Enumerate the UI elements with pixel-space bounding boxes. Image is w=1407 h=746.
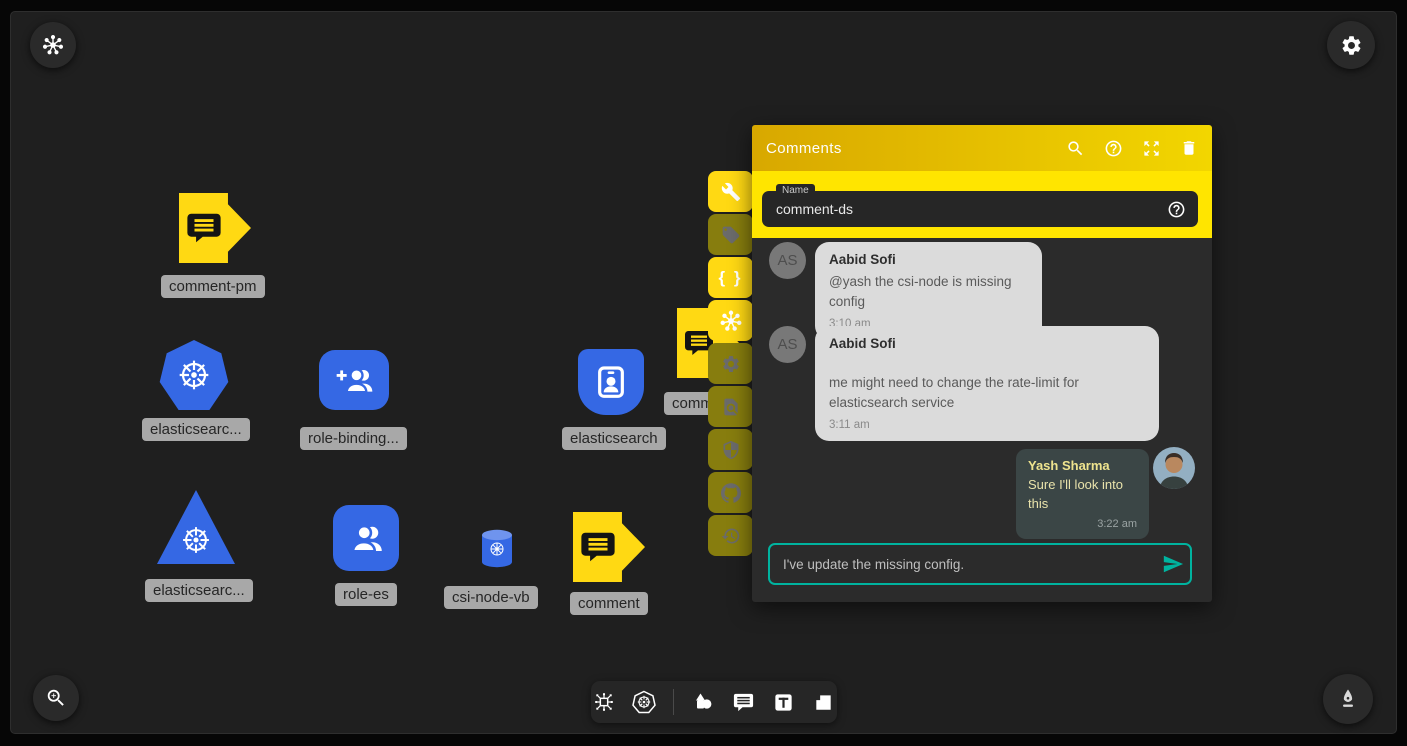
zoom-in-icon [45, 687, 67, 709]
node-label: elasticsearc... [145, 579, 253, 602]
github-tool-button[interactable] [708, 472, 753, 513]
pen-tool-button[interactable] [1323, 674, 1373, 724]
comment-icon [732, 691, 755, 714]
help-icon[interactable] [1104, 139, 1123, 158]
pen-nib-icon [1336, 687, 1360, 711]
node-elasticsearch-badge[interactable] [578, 349, 644, 415]
node-elasticsearch-triangle[interactable] [157, 490, 235, 564]
panel-header-actions [1066, 139, 1198, 158]
send-icon [1162, 553, 1184, 575]
message-author: Aabid Sofi [829, 336, 1145, 351]
shield-tool-button[interactable] [708, 429, 753, 470]
search-icon[interactable] [1066, 139, 1085, 158]
wrench-tool-button[interactable] [708, 171, 753, 212]
chat-input-wrap [768, 543, 1192, 585]
send-button[interactable] [1156, 549, 1190, 579]
tag-tool-button[interactable] [708, 214, 753, 255]
node-elasticsearch-heptagon[interactable] [159, 340, 229, 410]
name-input[interactable] [762, 201, 1167, 217]
github-icon [721, 483, 741, 503]
storage-cylinder-icon [479, 529, 515, 569]
comment-bubble-icon [579, 527, 617, 567]
wrench-icon [721, 182, 741, 202]
text-tool-button[interactable] [772, 691, 795, 714]
users-icon [345, 517, 387, 559]
text-icon [772, 691, 795, 714]
shapes-icon [691, 690, 715, 714]
comments-panel: Comments Name AS Aabid Sofi @yash the cs… [752, 125, 1212, 602]
toolbar-divider [673, 689, 674, 715]
avatar: AS [769, 242, 806, 279]
comments-panel-header[interactable]: Comments [752, 125, 1212, 171]
name-field-wrap: Name [762, 191, 1198, 227]
braces-icon: { } [719, 268, 743, 288]
chat-message[interactable]: Aabid Sofi me might need to change the r… [815, 326, 1159, 441]
comment-tool-button[interactable] [732, 691, 755, 714]
message-time: 3:22 am [1028, 518, 1137, 530]
kubernetes-wheel-icon [174, 355, 214, 395]
gear-icon [721, 354, 741, 374]
add-user-icon [332, 360, 376, 400]
node-action-toolbar: { } [708, 171, 753, 556]
settings-button[interactable] [1327, 21, 1375, 69]
flower-icon [42, 34, 64, 56]
person-photo-icon [1153, 447, 1195, 489]
node-label: csi-node-vb [444, 586, 538, 609]
message-author: Aabid Sofi [829, 252, 1028, 267]
message-text: me might need to change the rate-limit f… [829, 373, 1145, 412]
app-logo-button[interactable] [30, 22, 76, 68]
file-search-icon [721, 397, 741, 417]
expand-icon[interactable] [1142, 139, 1161, 158]
message-time: 3:11 am [829, 419, 1145, 431]
node-csi-node-vb[interactable] [479, 529, 515, 569]
name-section: Name [752, 171, 1212, 238]
message-author: Yash Sharma [1028, 458, 1137, 473]
rectangle-tool-button[interactable] [812, 691, 835, 714]
kubernetes-tool-button[interactable] [632, 690, 656, 714]
name-field-label: Name [776, 184, 815, 197]
avatar-photo [1153, 447, 1195, 489]
id-badge-icon [591, 362, 631, 402]
kubernetes-wheel-icon [178, 522, 214, 558]
gear-icon [1340, 34, 1363, 57]
help-icon[interactable] [1167, 200, 1186, 219]
node-role-binding[interactable] [319, 350, 389, 410]
message-text: @yash the csi-node is missing config [829, 272, 1028, 311]
node-comment-pm[interactable] [179, 193, 251, 263]
message-text: Sure I'll look into this [1028, 476, 1137, 514]
history-icon [721, 526, 741, 546]
chat-message[interactable]: Yash Sharma Sure I'll look into this 3:2… [1016, 449, 1149, 539]
rectangle-icon [812, 691, 835, 714]
node-label: elasticsearch [562, 427, 666, 450]
shapes-tool-button[interactable] [691, 690, 715, 714]
node-role-es[interactable] [333, 505, 399, 571]
settings-tool-button[interactable] [708, 343, 753, 384]
node-label: role-binding... [300, 427, 407, 450]
shape-palette-toolbar [591, 681, 837, 723]
chat-input[interactable] [770, 557, 1156, 572]
avatar: AS [769, 326, 806, 363]
node-label: role-es [335, 583, 397, 606]
kubernetes-icon [632, 690, 656, 714]
node-label: comment-pm [161, 275, 265, 298]
file-search-tool-button[interactable] [708, 386, 753, 427]
zoom-button[interactable] [33, 675, 79, 721]
history-tool-button[interactable] [708, 515, 753, 556]
design-canvas[interactable]: comment-pm elasticsearc... role-binding.… [10, 11, 1397, 734]
flower-tool-button[interactable] [708, 300, 753, 341]
node-label: elasticsearc... [142, 418, 250, 441]
panel-title: Comments [766, 140, 1066, 157]
shield-icon [721, 440, 741, 460]
graph-icon [593, 691, 615, 713]
tag-icon [721, 225, 741, 245]
node-comment[interactable] [573, 512, 645, 582]
braces-tool-button[interactable]: { } [708, 257, 753, 298]
node-label: comment [570, 592, 648, 615]
flower-icon [720, 310, 742, 332]
graph-tool-button[interactable] [593, 691, 615, 713]
delete-icon[interactable] [1180, 139, 1198, 157]
comment-bubble-icon [185, 208, 223, 248]
